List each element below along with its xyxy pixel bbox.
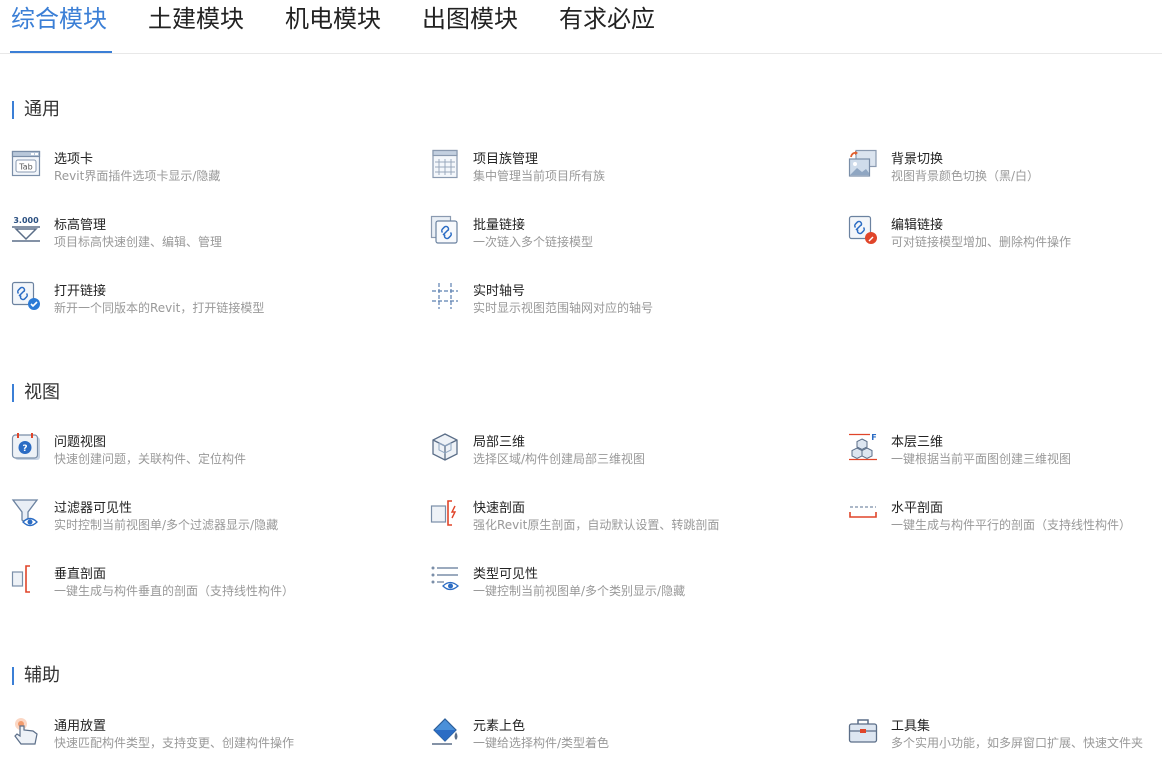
tool-title: 背景切换: [891, 152, 944, 167]
tool-item-element-coloring[interactable]: 元素上色 一键给选择构件/类型着色: [430, 717, 810, 761]
tool-description: 一键根据当前平面图创建三维视图: [891, 452, 1072, 466]
tool-description: 项目标高快速创建、编辑、管理: [54, 235, 223, 249]
section-title-auxiliary: 辅助: [12, 667, 60, 685]
tool-item-horizontal-section[interactable]: 水平剖面 一键生成与构件平行的剖面（支持线性构件）: [848, 499, 1162, 543]
tool-title: 项目族管理: [473, 152, 539, 167]
tool-description: 强化Revit原生剖面，自动默认设置、转跳剖面: [473, 518, 720, 532]
toolbox-icon: [848, 716, 878, 746]
tool-item-family-management[interactable]: 项目族管理 集中管理当前项目所有族: [430, 149, 810, 194]
quick-section-icon: [430, 498, 460, 528]
level-marker-icon: 3.000: [11, 215, 41, 245]
tool-title: 批量链接: [473, 218, 526, 233]
tool-item-level-management[interactable]: 3.000 标高管理 项目标高快速创建、编辑、管理: [11, 216, 391, 260]
tool-item-filter-visibility[interactable]: 过滤器可见性 实时控制当前视图单/多个过滤器显示/隐藏: [11, 499, 391, 543]
section-title-general: 通用: [12, 101, 60, 119]
batch-link-icon: [430, 215, 460, 245]
tool-title: 打开链接: [54, 284, 107, 299]
tool-description: 一键生成与构件平行的剖面（支持线性构件）: [891, 518, 1132, 532]
tool-item-background-switch[interactable]: 背景切换 视图背景颜色切换（黑/白）: [848, 149, 1162, 194]
level-icon-text: 3.000: [13, 216, 39, 225]
tool-title: 水平剖面: [891, 501, 944, 516]
tool-item-universal-place[interactable]: 通用放置 快速匹配构件类型，支持变更、创建构件操作: [11, 717, 391, 761]
tool-description: 快速创建问题，关联构件、定位构件: [54, 452, 247, 466]
tab-drawing-module[interactable]: 出图模块: [422, 2, 518, 36]
tool-description: 一键给选择构件/类型着色: [473, 736, 610, 750]
tool-item-local-3d[interactable]: 局部三维 选择区域/构件创建局部三维视图: [430, 433, 810, 477]
tool-title: 本层三维: [891, 435, 944, 450]
tool-title: 选项卡: [54, 152, 94, 167]
tool-title: 实时轴号: [473, 284, 526, 299]
tab-on-demand[interactable]: 有求必应: [559, 2, 655, 36]
tool-title: 局部三维: [473, 435, 526, 450]
tool-item-realtime-axis[interactable]: 实时轴号 实时显示视图范围轴网对应的轴号: [430, 282, 810, 326]
tool-title: 通用放置: [54, 719, 107, 734]
tool-item-toolset[interactable]: 工具集 多个实用小功能，如多屏窗口扩展、快速文件夹: [848, 717, 1162, 761]
background-switch-icon: [848, 149, 878, 179]
tool-item-type-visibility[interactable]: 类型可见性 一键控制当前视图单/多个类别显示/隐藏: [430, 565, 810, 609]
floor-icon-text: F: [871, 433, 876, 442]
tool-item-edit-link[interactable]: 编辑链接 可对链接模型增加、删除构件操作: [848, 215, 1162, 260]
type-visibility-icon: [430, 564, 460, 594]
edit-link-icon: [848, 215, 878, 245]
hand-place-icon: [11, 716, 41, 746]
tool-description: 可对链接模型增加、删除构件操作: [891, 235, 1072, 249]
tool-description: 实时显示视图范围轴网对应的轴号: [473, 301, 654, 315]
grid-axis-icon: [430, 281, 460, 311]
tool-description: 选择区域/构件创建局部三维视图: [473, 452, 646, 466]
tool-description: 实时控制当前视图单/多个过滤器显示/隐藏: [54, 518, 279, 532]
tool-title: 标高管理: [54, 218, 107, 233]
issue-view-icon: ?: [11, 432, 41, 462]
tool-title: 元素上色: [473, 719, 526, 734]
tool-title: 工具集: [891, 719, 931, 734]
tool-title: 编辑链接: [891, 218, 944, 233]
tool-description: 集中管理当前项目所有族: [473, 169, 606, 183]
tool-title: 类型可见性: [473, 567, 539, 582]
open-link-icon: [11, 281, 41, 311]
tool-title: 问题视图: [54, 435, 107, 450]
tool-description: 新开一个同版本的Revit，打开链接模型: [54, 301, 265, 315]
tool-title: 过滤器可见性: [54, 501, 133, 516]
tab-icon-text: Tab: [18, 163, 33, 172]
horizontal-section-icon: [848, 498, 878, 528]
floor-3d-icon: F: [848, 432, 878, 462]
active-tab-indicator: [10, 51, 112, 53]
table-grid-icon: [430, 149, 460, 179]
tool-description: 快速匹配构件类型，支持变更、创建构件操作: [54, 736, 295, 750]
filter-visibility-icon: [11, 498, 41, 528]
vertical-section-icon: [11, 564, 41, 594]
tool-title: 垂直剖面: [54, 567, 107, 582]
tool-description: 多个实用小功能，如多屏窗口扩展、快速文件夹: [891, 736, 1144, 750]
tab-civil-module[interactable]: 土建模块: [148, 2, 244, 36]
paint-bucket-icon: [430, 716, 460, 746]
tool-item-vertical-section[interactable]: 垂直剖面 一键生成与构件垂直的剖面（支持线性构件）: [11, 565, 391, 609]
local-3d-cube-icon: [430, 432, 460, 462]
tool-item-floor-3d[interactable]: F 本层三维 一键根据当前平面图创建三维视图: [848, 433, 1162, 477]
tool-item-quick-section[interactable]: 快速剖面 强化Revit原生剖面，自动默认设置、转跳剖面: [430, 499, 810, 543]
tab-window-icon: Tab: [11, 149, 41, 179]
tool-item-batch-link[interactable]: 批量链接 一次链入多个链接模型: [430, 215, 810, 260]
tool-description: 一键控制当前视图单/多个类别显示/隐藏: [473, 584, 686, 598]
tool-description: 一键生成与构件垂直的剖面（支持线性构件）: [54, 584, 295, 598]
svg-text:?: ?: [22, 444, 27, 454]
module-tab-bar: 综合模块 土建模块 机电模块 出图模块 有求必应: [0, 0, 1162, 54]
tool-item-open-link[interactable]: 打开链接 新开一个同版本的Revit，打开链接模型: [11, 281, 391, 326]
tool-description: Revit界面插件选项卡显示/隐藏: [54, 169, 221, 183]
tool-description: 视图背景颜色切换（黑/白）: [891, 169, 1040, 183]
tool-description: 一次链入多个链接模型: [473, 235, 594, 249]
section-title-view: 视图: [12, 384, 60, 402]
tool-item-issue-view[interactable]: ? 问题视图 快速创建问题，关联构件、定位构件: [11, 433, 391, 477]
tool-title: 快速剖面: [473, 501, 526, 516]
tab-mep-module[interactable]: 机电模块: [285, 2, 381, 36]
tool-item-tabs[interactable]: Tab 选项卡 Revit界面插件选项卡显示/隐藏: [11, 150, 391, 194]
tab-general-module[interactable]: 综合模块: [11, 2, 107, 36]
